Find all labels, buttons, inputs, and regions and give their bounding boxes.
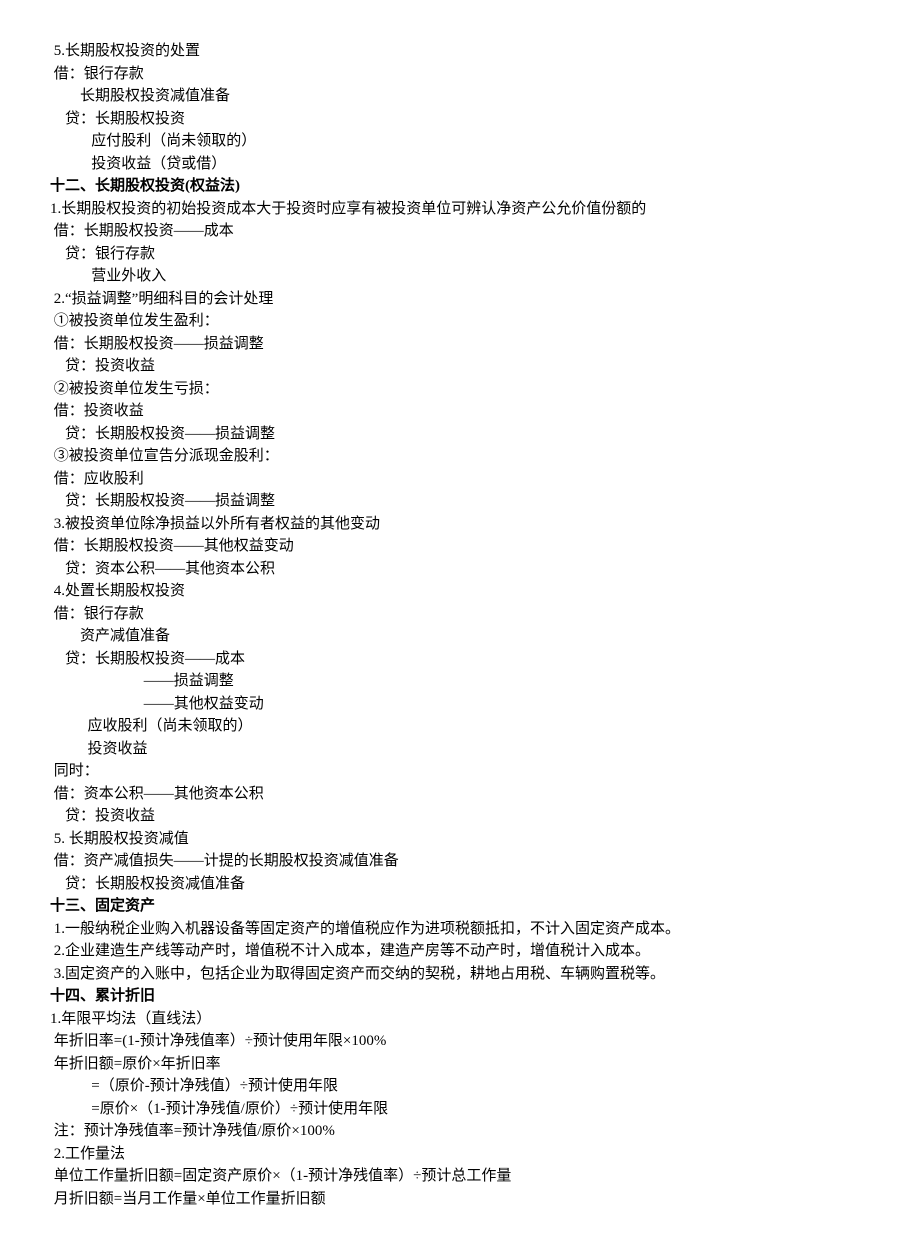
document-content: 5.长期股权投资的处置 借：银行存款 长期股权投资减值准备 贷：长期股权投资 应… xyxy=(50,40,870,1210)
text-line: 借：银行存款 xyxy=(50,63,870,86)
text-line: 长期股权投资减值准备 xyxy=(50,85,870,108)
text-line: 3.固定资产的入账中，包括企业为取得固定资产而交纳的契税，耕地占用税、车辆购置税… xyxy=(50,963,870,986)
text-line: 资产减值准备 xyxy=(50,625,870,648)
text-line: 2.“损益调整”明细科目的会计处理 xyxy=(50,288,870,311)
text-line: 借：银行存款 xyxy=(50,603,870,626)
text-line: 营业外收入 xyxy=(50,265,870,288)
section-heading: 十四、累计折旧 xyxy=(50,985,870,1008)
text-line: 贷：资本公积——其他资本公积 xyxy=(50,558,870,581)
text-line: 借：长期股权投资——其他权益变动 xyxy=(50,535,870,558)
text-line: 注：预计净残值率=预计净残值/原价×100% xyxy=(50,1120,870,1143)
section-heading: 十三、固定资产 xyxy=(50,895,870,918)
text-line: 借：资本公积——其他资本公积 xyxy=(50,783,870,806)
text-line: 借：资产减值损失——计提的长期股权投资减值准备 xyxy=(50,850,870,873)
text-line: ①被投资单位发生盈利： xyxy=(50,310,870,333)
section-heading: 十二、长期股权投资(权益法) xyxy=(50,175,870,198)
text-line: 单位工作量折旧额=固定资产原价×（1-预计净残值率）÷预计总工作量 xyxy=(50,1165,870,1188)
text-line: 贷：长期股权投资减值准备 xyxy=(50,873,870,896)
text-line: 借：长期股权投资——成本 xyxy=(50,220,870,243)
text-line: 贷：银行存款 xyxy=(50,243,870,266)
text-line: =原价×（1-预计净残值/原价）÷预计使用年限 xyxy=(50,1098,870,1121)
text-line: 贷：投资收益 xyxy=(50,355,870,378)
text-line: =（原价-预计净残值）÷预计使用年限 xyxy=(50,1075,870,1098)
text-line: 年折旧额=原价×年折旧率 xyxy=(50,1053,870,1076)
text-line: 3.被投资单位除净损益以外所有者权益的其他变动 xyxy=(50,513,870,536)
text-line: 2.工作量法 xyxy=(50,1143,870,1166)
text-line: ——损益调整 xyxy=(50,670,870,693)
text-line: ③被投资单位宣告分派现金股利： xyxy=(50,445,870,468)
text-line: 5.长期股权投资的处置 xyxy=(50,40,870,63)
text-line: 贷：长期股权投资——损益调整 xyxy=(50,490,870,513)
text-line: 1.一般纳税企业购入机器设备等固定资产的增值税应作为进项税额抵扣，不计入固定资产… xyxy=(50,918,870,941)
text-line: ②被投资单位发生亏损： xyxy=(50,378,870,401)
text-line: 1.年限平均法（直线法） xyxy=(50,1008,870,1031)
text-line: 贷：投资收益 xyxy=(50,805,870,828)
text-line: 同时： xyxy=(50,760,870,783)
text-line: 2.企业建造生产线等动产时，增值税不计入成本，建造产房等不动产时，增值税计入成本… xyxy=(50,940,870,963)
text-line: 5. 长期股权投资减值 xyxy=(50,828,870,851)
text-line: 贷：长期股权投资——损益调整 xyxy=(50,423,870,446)
text-line: 年折旧率=(1-预计净残值率）÷预计使用年限×100% xyxy=(50,1030,870,1053)
text-line: 借：应收股利 xyxy=(50,468,870,491)
text-line: 投资收益（贷或借） xyxy=(50,153,870,176)
text-line: 借：长期股权投资——损益调整 xyxy=(50,333,870,356)
text-line: 4.处置长期股权投资 xyxy=(50,580,870,603)
text-line: 应付股利（尚未领取的） xyxy=(50,130,870,153)
text-line: 贷：长期股权投资 xyxy=(50,108,870,131)
text-line: ——其他权益变动 xyxy=(50,693,870,716)
text-line: 贷：长期股权投资——成本 xyxy=(50,648,870,671)
text-line: 应收股利（尚未领取的） xyxy=(50,715,870,738)
text-line: 借：投资收益 xyxy=(50,400,870,423)
text-line: 投资收益 xyxy=(50,738,870,761)
text-line: 1.长期股权投资的初始投资成本大于投资时应享有被投资单位可辨认净资产公允价值份额… xyxy=(50,198,870,221)
